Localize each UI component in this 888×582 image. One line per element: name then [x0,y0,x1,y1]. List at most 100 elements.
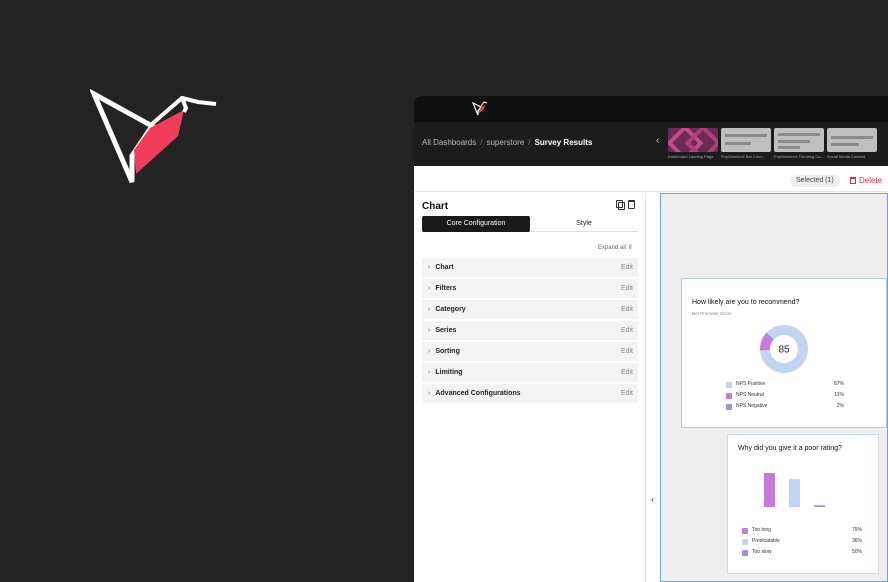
legend-item: Too long 75% [742,525,862,536]
legend-value: 36% [851,538,862,544]
section-sorting[interactable]: › Sorting Edit [422,342,638,361]
expand-all-label: Expand all [598,245,627,251]
top-bar [414,96,888,122]
collapse-panel-icon[interactable]: ‹ [651,494,654,504]
delete-label: Delete [859,176,883,185]
legend-item: Too slow 50% [742,547,862,558]
section-label: Filters [435,285,457,292]
section-category[interactable]: › Category Edit [422,300,638,319]
legend-item: NPS Neutral 11% [726,390,844,401]
bar-too-slow [814,505,825,507]
legend-swatch [742,528,748,534]
bar-chart [764,473,825,507]
legend-swatch [726,404,732,410]
legend-swatch [742,539,748,545]
section-label: Series [435,327,457,334]
edit-link[interactable]: Edit [621,390,633,397]
thumbnail-dashboard-landing-page[interactable]: Dashboard Landing Page [668,128,718,159]
section-label: Sorting [435,348,460,355]
breadcrumb-bar: All Dashboards / superstore / Survey Results… [414,122,888,166]
section-advanced-configurations[interactable]: › Advanced Configurations Edit [422,384,638,403]
thumbnail-social-media[interactable]: Social Media Content [827,128,877,159]
chart-legend: Too long 75% Predicatable 36% Too slow 50% [742,525,862,558]
chart-title: Why did you give it a poor rating? [738,445,842,452]
section-label: Limiting [435,369,463,376]
breadcrumb: All Dashboards / superstore / Survey Results [422,138,592,147]
legend-label: Too slow [752,549,772,555]
sort-icon: ⇕ [627,245,633,251]
legend-label: NPS Neutral [736,392,764,398]
legend-label: NPS Positive [736,381,766,387]
trash-icon [850,177,856,184]
legend-item: NPS Positive 87% [726,379,844,390]
dashboard-canvas: How likely are you to recommend? Net Pro… [660,193,888,582]
section-limiting[interactable]: › Limiting Edit [422,363,638,382]
section-chart[interactable]: › Chart Edit [422,258,638,277]
thumbnail-image [827,128,877,152]
section-series[interactable]: › Series Edit [422,321,638,340]
breadcrumb-separator: / [528,138,531,147]
chart-card-nps[interactable]: How likely are you to recommend? Net Pro… [681,278,887,428]
chevron-right-icon: › [428,264,431,271]
thumbnail-image [668,128,718,152]
breadcrumb-current: Survey Results [534,138,593,147]
expand-all-button[interactable]: Expand all ⇕ [598,244,633,251]
delete-button[interactable]: Delete [850,175,882,187]
dashboard-thumbnails: Dashboard Landing Page PopWomen's Bar Co… [668,128,877,159]
action-bar: Selected (1) Delete [414,166,888,192]
edit-link[interactable]: Edit [621,348,633,355]
chevron-right-icon: › [428,285,431,292]
legend-label: NPS Negative [736,403,768,409]
thumbnail-bar-conv[interactable]: PopWomen's Bar Conv... [721,128,771,159]
edit-link[interactable]: Edit [621,285,633,292]
config-sections: › Chart Edit › Filters Edit › Category Edit › S… [422,258,638,405]
app-window: All Dashboards / superstore / Survey Results… [414,96,888,582]
section-label: Advanced Configurations [435,390,521,397]
edit-link[interactable]: Edit [621,327,633,334]
trash-icon[interactable] [628,200,635,209]
legend-value: 2% [836,403,844,409]
config-panel: Chart Core Configuration Style Expand al… [414,193,646,582]
thumbnail-trending[interactable]: PopWomen's Trending Co... [774,128,824,159]
legend-item: Predicatable 36% [742,536,862,547]
chevron-left-icon[interactable]: ‹ [656,135,659,146]
legend-value: 75% [851,527,862,533]
panel-title: Chart [422,201,449,212]
selected-count-badge: Selected (1) [790,175,840,187]
copy-icon[interactable] [616,200,625,210]
section-filters[interactable]: › Filters Edit [422,279,638,298]
thumbnail-caption: Social Media Content [827,154,866,159]
thumbnail-image [774,128,824,152]
chevron-right-icon: › [428,327,431,334]
chevron-right-icon: › [428,390,431,397]
edit-link[interactable]: Edit [621,306,633,313]
tab-core-configuration[interactable]: Core Configuration [422,216,530,232]
edit-link[interactable]: Edit [621,369,633,376]
tab-style[interactable]: Style [530,216,638,232]
brand-logo [90,88,217,183]
legend-item: NPS Negative 2% [726,401,844,412]
donut-chart: 85 [760,325,808,373]
chevron-right-icon: › [428,369,431,376]
bar-too-long [764,473,775,507]
breadcrumb-item-all-dashboards[interactable]: All Dashboards [422,138,476,147]
chart-subtitle: Net Promoter Score [692,311,732,316]
thumbnail-image [721,128,771,152]
chevron-right-icon: › [428,306,431,313]
chart-legend: NPS Positive 87% NPS Neutral 11% NPS Negat… [726,379,844,412]
donut-center-label: 85 [778,345,790,356]
legend-swatch [742,550,748,556]
legend-value: 50% [851,549,862,555]
legend-label: Too long [752,527,771,533]
bar-predicatable [789,479,800,507]
legend-value: 11% [834,392,844,398]
breadcrumb-separator: / [480,138,483,147]
breadcrumb-item-superstore[interactable]: superstore [486,138,524,147]
legend-value: 87% [833,381,844,387]
chart-card-poor-rating[interactable]: Why did you give it a poor rating? Too l… [727,434,879,574]
legend-label: Predicatable [752,538,780,544]
legend-swatch [726,382,732,388]
edit-link[interactable]: Edit [621,264,633,271]
app-logo-icon[interactable] [472,100,488,116]
section-label: Category [435,306,466,313]
